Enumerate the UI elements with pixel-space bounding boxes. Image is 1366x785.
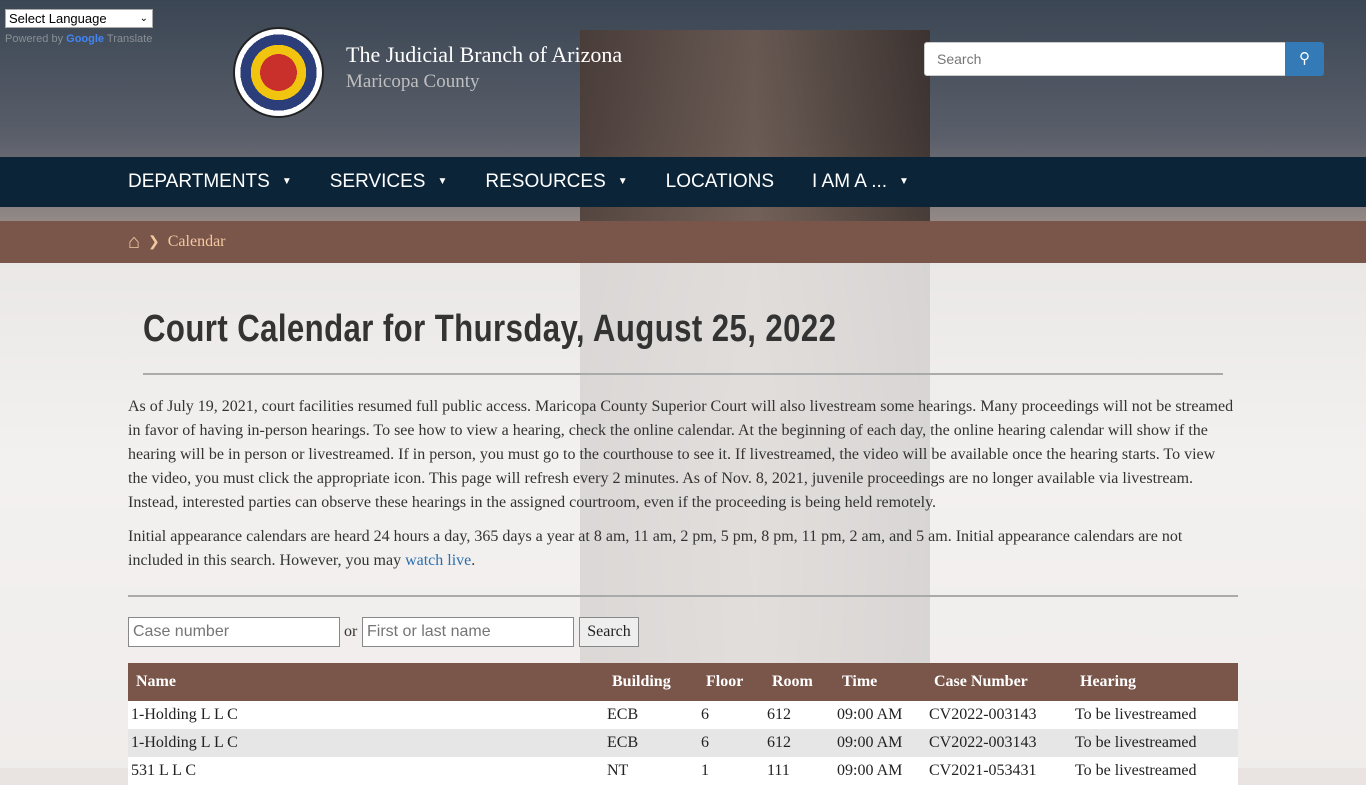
nav-label: I AM A ... bbox=[812, 171, 888, 192]
cell-building: NT bbox=[604, 757, 698, 785]
col-hearing[interactable]: Hearing bbox=[1072, 663, 1238, 701]
filter-search-button[interactable]: Search bbox=[579, 617, 639, 647]
cell-building: ECB bbox=[604, 729, 698, 757]
page-title: Court Calendar for Thursday, August 25, … bbox=[143, 308, 837, 350]
cell-time: 09:00 AM bbox=[834, 729, 926, 757]
cell-case-number[interactable]: CV2022-003143 bbox=[926, 729, 1072, 757]
table-header-row: Name Building Floor Room Time Case Numbe… bbox=[128, 663, 1238, 701]
calendar-table: Name Building Floor Room Time Case Numbe… bbox=[128, 663, 1238, 785]
search-icon: ⚲ bbox=[1299, 51, 1310, 67]
divider bbox=[128, 595, 1238, 597]
search-input[interactable] bbox=[924, 42, 1286, 76]
cell-room: 612 bbox=[764, 701, 834, 729]
nav-i-am-a[interactable]: I AM A ... ▼ bbox=[812, 171, 909, 193]
site-subtitle: Maricopa County bbox=[346, 71, 480, 92]
court-seal-logo[interactable] bbox=[233, 27, 324, 118]
cell-time: 09:00 AM bbox=[834, 701, 926, 729]
col-room[interactable]: Room bbox=[764, 663, 834, 701]
language-select-label: Select Language bbox=[9, 11, 107, 26]
nav-locations[interactable]: LOCATIONS bbox=[666, 171, 774, 193]
initial-appearance-paragraph: Initial appearance calendars are heard 2… bbox=[128, 525, 1238, 573]
cell-time: 09:00 AM bbox=[834, 757, 926, 785]
paragraph-end: . bbox=[471, 552, 476, 569]
caret-down-icon: ▼ bbox=[281, 176, 292, 188]
search-button[interactable]: ⚲ bbox=[1285, 42, 1324, 76]
col-case-number[interactable]: Case Number bbox=[926, 663, 1072, 701]
cell-room: 612 bbox=[764, 729, 834, 757]
cell-name: 1-Holding L L C bbox=[128, 701, 604, 729]
site-title[interactable]: The Judicial Branch of Arizona bbox=[346, 42, 622, 68]
language-select[interactable]: Select Language ⌄ bbox=[5, 9, 153, 28]
caret-down-icon: ▼ bbox=[899, 176, 909, 188]
breadcrumb-current[interactable]: Calendar bbox=[168, 233, 226, 251]
intro-paragraph: As of July 19, 2021, court facilities re… bbox=[128, 398, 1234, 511]
table-row: 1-Holding L L C ECB 6 612 09:00 AM CV2022-003… bbox=[128, 701, 1238, 729]
cell-hearing: To be livestreamed bbox=[1072, 701, 1238, 729]
or-label: or bbox=[344, 623, 358, 640]
nav-services[interactable]: SERVICES ▼ bbox=[330, 171, 448, 193]
cell-name: 531 L L C bbox=[128, 757, 604, 785]
breadcrumb: ⌂ ❯ Calendar bbox=[0, 221, 1366, 263]
cell-case-number[interactable]: CV2021-053431 bbox=[926, 757, 1072, 785]
cell-hearing: To be livestreamed bbox=[1072, 757, 1238, 785]
name-input[interactable] bbox=[362, 617, 574, 647]
nav-label: RESOURCES bbox=[485, 171, 606, 192]
divider bbox=[143, 373, 1223, 375]
home-icon[interactable]: ⌂ bbox=[128, 231, 140, 254]
cell-building: ECB bbox=[604, 701, 698, 729]
google-logo: Google bbox=[66, 33, 105, 45]
nav-departments[interactable]: DEPARTMENTS ▼ bbox=[128, 171, 292, 193]
watch-live-link[interactable]: watch live bbox=[405, 552, 471, 569]
powered-by-google: Powered by Google Translate bbox=[5, 33, 152, 45]
table-row: 1-Holding L L C ECB 6 612 09:00 AM CV2022-003… bbox=[128, 729, 1238, 757]
translate-link[interactable]: Translate bbox=[107, 33, 152, 45]
col-floor[interactable]: Floor bbox=[698, 663, 764, 701]
main-nav: DEPARTMENTS ▼ SERVICES ▼ RESOURCES ▼ LOCATI… bbox=[0, 157, 1366, 207]
nav-label: LOCATIONS bbox=[665, 171, 775, 192]
cell-floor: 6 bbox=[698, 729, 764, 757]
nav-resources[interactable]: RESOURCES ▼ bbox=[485, 171, 627, 193]
cell-room: 111 bbox=[764, 757, 834, 785]
paragraph-text: Initial appearance calendars are heard 2… bbox=[128, 528, 1183, 569]
table-row: 531 L L C NT 1 111 09:00 AM CV2021-053431 To b… bbox=[128, 757, 1238, 785]
cell-case-number[interactable]: CV2022-003143 bbox=[926, 701, 1072, 729]
col-time[interactable]: Time bbox=[834, 663, 926, 701]
case-number-input[interactable] bbox=[128, 617, 340, 647]
col-name[interactable]: Name bbox=[128, 663, 604, 701]
cell-floor: 1 bbox=[698, 757, 764, 785]
col-building[interactable]: Building bbox=[604, 663, 698, 701]
cell-name: 1-Holding L L C bbox=[128, 729, 604, 757]
cell-floor: 6 bbox=[698, 701, 764, 729]
nav-label: SERVICES bbox=[329, 171, 426, 192]
cell-hearing: To be livestreamed bbox=[1072, 729, 1238, 757]
caret-down-icon: ▼ bbox=[617, 176, 628, 188]
nav-label: DEPARTMENTS bbox=[128, 171, 270, 192]
chevron-right-icon: ❯ bbox=[148, 234, 160, 250]
powered-by-text: Powered by bbox=[5, 33, 64, 45]
chevron-down-icon: ⌄ bbox=[139, 13, 148, 24]
caret-down-icon: ▼ bbox=[437, 176, 448, 188]
